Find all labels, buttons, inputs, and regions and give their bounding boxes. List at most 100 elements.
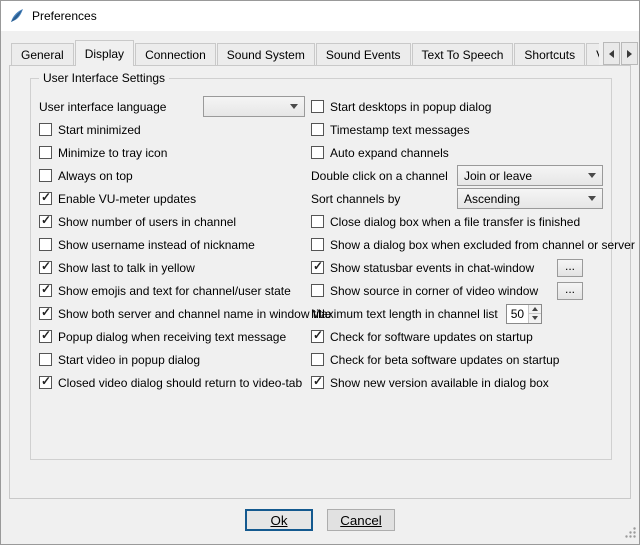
checkbox-box[interactable] xyxy=(39,146,52,159)
max-text-length-label: Maximum text length in channel list xyxy=(311,307,498,321)
sort-channels-row: Sort channels by Ascending xyxy=(311,187,603,210)
checkbox-close-on-file-transfer[interactable]: Close dialog box when a file transfer is… xyxy=(311,210,603,233)
tab-sound-events[interactable]: Sound Events xyxy=(316,43,411,65)
checkbox-box[interactable] xyxy=(311,353,324,366)
language-select[interactable] xyxy=(203,96,305,117)
checkbox-minimize-to-tray[interactable]: Minimize to tray icon xyxy=(39,141,305,164)
checkbox-box[interactable] xyxy=(39,284,52,297)
checkbox-show-new-version[interactable]: Show new version available in dialog box xyxy=(311,371,603,394)
cancel-button-label: Cancel xyxy=(340,513,382,528)
cancel-button[interactable]: Cancel xyxy=(327,509,395,531)
checkbox-closed-video-return[interactable]: Closed video dialog should return to vid… xyxy=(39,371,305,394)
user-interface-settings-group: User Interface Settings User interface l… xyxy=(30,78,612,460)
checkbox-box[interactable] xyxy=(39,169,52,182)
checkbox-emojis-text-state[interactable]: Show emojis and text for channel/user st… xyxy=(39,279,305,302)
tab-sound-system[interactable]: Sound System xyxy=(217,43,315,65)
ok-button[interactable]: Ok xyxy=(245,509,313,531)
double-click-channel-select[interactable]: Join or leave xyxy=(457,165,603,186)
preferences-dialog: Preferences General Display Connection S… xyxy=(0,0,640,545)
checkbox-label: Start desktops in popup dialog xyxy=(330,100,491,114)
checkbox-label: Show emojis and text for channel/user st… xyxy=(58,284,291,298)
checkbox-label: Check for beta software updates on start… xyxy=(330,353,559,367)
checkbox-label: Show statusbar events in chat-window xyxy=(330,261,534,275)
checkbox-show-user-count[interactable]: Show number of users in channel xyxy=(39,210,305,233)
checkbox-start-desktops-popup[interactable]: Start desktops in popup dialog xyxy=(311,95,603,118)
checkbox-vu-meter-updates[interactable]: Enable VU-meter updates xyxy=(39,187,305,210)
tab-shortcuts[interactable]: Shortcuts xyxy=(514,43,585,65)
checkbox-box[interactable] xyxy=(311,123,324,136)
tab-display[interactable]: Display xyxy=(75,40,134,66)
checkbox-box[interactable] xyxy=(311,330,324,343)
checkbox-box[interactable] xyxy=(39,215,52,228)
arrow-up-icon xyxy=(532,307,538,311)
checkbox-box[interactable] xyxy=(39,353,52,366)
checkbox-box[interactable] xyxy=(311,238,324,251)
checkbox-box[interactable] xyxy=(39,376,52,389)
checkbox-username-instead-nickname[interactable]: Show username instead of nickname xyxy=(39,233,305,256)
checkbox-label: Popup dialog when receiving text message xyxy=(58,330,286,344)
checkbox-box[interactable] xyxy=(39,261,52,274)
checkbox-box[interactable] xyxy=(311,215,324,228)
checkbox-label: Show last to talk in yellow xyxy=(58,261,195,275)
spinner-buttons xyxy=(528,305,541,323)
checkbox-box[interactable] xyxy=(39,238,52,251)
language-label: User interface language xyxy=(39,100,166,114)
checkbox-label: Show username instead of nickname xyxy=(58,238,255,252)
spin-up-button[interactable] xyxy=(529,305,541,314)
checkbox-box[interactable] xyxy=(39,307,52,320)
tab-scroll-buttons xyxy=(599,42,638,65)
checkbox-box[interactable] xyxy=(311,261,324,274)
spin-down-button[interactable] xyxy=(529,313,541,323)
arrow-left-icon xyxy=(609,50,614,58)
group-title: User Interface Settings xyxy=(39,71,169,85)
checkbox-video-popup[interactable]: Start video in popup dialog xyxy=(39,348,305,371)
checkbox-server-channel-in-title[interactable]: Show both server and channel name in win… xyxy=(39,302,305,325)
language-row: User interface language xyxy=(39,95,305,118)
footer-buttons: Ok Cancel xyxy=(1,509,639,531)
checkbox-label: Auto expand channels xyxy=(330,146,449,160)
sort-channels-select[interactable]: Ascending xyxy=(457,188,603,209)
checkbox-box[interactable] xyxy=(311,376,324,389)
checkbox-box[interactable] xyxy=(39,123,52,136)
tab-general[interactable]: General xyxy=(11,43,74,65)
tab-connection[interactable]: Connection xyxy=(135,43,216,65)
checkbox-always-on-top[interactable]: Always on top xyxy=(39,164,305,187)
checkbox-box[interactable] xyxy=(311,100,324,113)
checkbox-label: Start video in popup dialog xyxy=(58,353,200,367)
video-source-ellipsis-button[interactable]: ... xyxy=(557,282,583,300)
chevron-down-icon xyxy=(588,196,596,201)
right-column: Start desktops in popup dialog Timestamp… xyxy=(311,95,603,394)
checkbox-label: Minimize to tray icon xyxy=(58,146,167,160)
checkbox-dialog-when-excluded[interactable]: Show a dialog box when excluded from cha… xyxy=(311,233,603,256)
ok-button-label: Ok xyxy=(270,513,287,528)
checkbox-box[interactable] xyxy=(39,192,52,205)
chevron-down-icon xyxy=(290,104,298,109)
checkbox-label: Show both server and channel name in win… xyxy=(58,307,332,321)
checkbox-box[interactable] xyxy=(39,330,52,343)
resize-grip[interactable] xyxy=(624,526,637,542)
statusbar-events-ellipsis-button[interactable]: ... xyxy=(557,259,583,277)
titlebar: Preferences xyxy=(1,1,639,31)
checkbox-popup-text-message[interactable]: Popup dialog when receiving text message xyxy=(39,325,305,348)
tab-text-to-speech[interactable]: Text To Speech xyxy=(412,43,514,65)
tab-pane: User Interface Settings User interface l… xyxy=(9,66,631,499)
checkbox-timestamp-messages[interactable]: Timestamp text messages xyxy=(311,118,603,141)
checkbox-check-beta-updates[interactable]: Check for beta software updates on start… xyxy=(311,348,603,371)
checkbox-last-talk-yellow[interactable]: Show last to talk in yellow xyxy=(39,256,305,279)
double-click-label: Double click on a channel xyxy=(311,169,448,183)
checkbox-label: Timestamp text messages xyxy=(330,123,470,137)
arrow-down-icon xyxy=(532,316,538,320)
double-click-row: Double click on a channel Join or leave xyxy=(311,164,603,187)
checkbox-box[interactable] xyxy=(311,146,324,159)
app-icon xyxy=(9,8,25,24)
checkbox-box[interactable] xyxy=(311,284,324,297)
checkbox-auto-expand-channels[interactable]: Auto expand channels xyxy=(311,141,603,164)
checkbox-label: Close dialog box when a file transfer is… xyxy=(330,215,580,229)
tab-scroll-right-button[interactable] xyxy=(621,42,638,65)
checkbox-start-minimized[interactable]: Start minimized xyxy=(39,118,305,141)
statusbar-events-row: Show statusbar events in chat-window ... xyxy=(311,256,603,279)
left-column: User interface language Start minimized … xyxy=(39,95,305,394)
checkbox-check-updates[interactable]: Check for software updates on startup xyxy=(311,325,603,348)
tab-scroll-left-button[interactable] xyxy=(603,42,620,65)
max-text-length-spinner[interactable]: 50 xyxy=(506,304,542,324)
